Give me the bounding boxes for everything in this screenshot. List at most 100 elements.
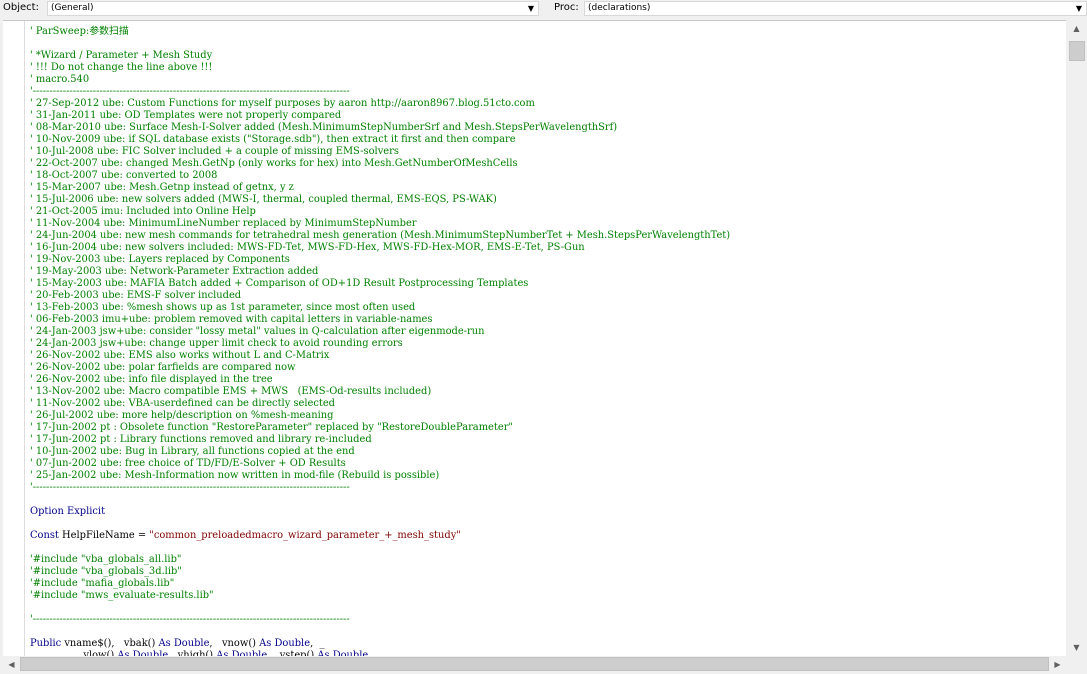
object-label: Object: — [3, 2, 39, 13]
code-token: ' *Wizard / Parameter + Mesh Study — [30, 50, 213, 61]
code-line: '---------------------------------------… — [30, 86, 730, 98]
code-token: '---------------------------------------… — [30, 86, 350, 97]
code-token: vname$(), vbak() — [61, 638, 159, 649]
code-line: ' 26-Nov-2002 ube: polar farfields are c… — [30, 362, 730, 374]
code-token: ' macro.540 — [30, 74, 90, 85]
code-line: Const HelpFileName = "common_preloadedma… — [30, 530, 730, 542]
code-token: ' 07-Jun-2002 ube: free choice of TD/FD/… — [30, 458, 346, 469]
code-token: ' 13-Feb-2003 ube: %mesh shows up as 1st… — [30, 302, 416, 313]
code-token: '---------------------------------------… — [30, 614, 350, 625]
code-token: As Double — [158, 638, 210, 649]
code-token: Option Explicit — [30, 506, 106, 517]
code-token: ' 13-Nov-2002 ube: Macro compatible EMS … — [30, 386, 432, 397]
horizontal-scrollbar[interactable]: ◀ ▶ — [3, 656, 1066, 673]
code-line: ' 31-Jan-2011 ube: OD Templates were not… — [30, 110, 730, 122]
code-token: ' 27-Sep-2012 ube: Custom Functions for … — [30, 98, 535, 109]
code-token: ' 24-Jan-2003 jsw+ube: consider "lossy m… — [30, 326, 485, 337]
code-line: ' 16-Jun-2004 ube: new solvers included:… — [30, 242, 730, 254]
code-line: ' 19-Nov-2003 ube: Layers replaced by Co… — [30, 254, 730, 266]
code-margin[interactable] — [3, 21, 25, 657]
code-line: ' ParSweep:参数扫描 — [30, 26, 730, 38]
code-editor[interactable]: ' ParSweep:参数扫描 ' *Wizard / Parameter + M… — [3, 20, 1066, 657]
code-token: '#include "mafia_globals.lib" — [30, 578, 175, 589]
code-line: ' 26-Nov-2002 ube: EMS also works withou… — [30, 350, 730, 362]
code-line: ' 10-Jun-2002 ube: Bug in Library, all f… — [30, 446, 730, 458]
code-token: ' 08-Mar-2010 ube: Surface Mesh-I-Solver… — [30, 122, 618, 133]
scroll-up-icon[interactable]: ▲ — [1068, 20, 1085, 37]
scroll-right-icon[interactable]: ▶ — [1049, 656, 1066, 673]
scroll-left-icon[interactable]: ◀ — [3, 656, 20, 673]
code-line: ' 26-Nov-2002 ube: info file displayed i… — [30, 374, 730, 386]
code-token: ' 17-Jun-2002 pt : Library functions rem… — [30, 434, 372, 445]
code-token: , vnow() — [209, 638, 260, 649]
code-line: ' !!! Do not change the line above !!! — [30, 62, 730, 74]
code-token: ' 11-Nov-2002 ube: VBA-userdefined can b… — [30, 398, 336, 409]
code-token: ' 15-Mar-2007 ube: Mesh.Getnp instead of… — [30, 182, 294, 193]
code-line: ' 15-Mar-2007 ube: Mesh.Getnp instead of… — [30, 182, 730, 194]
code-token: ' 17-Jun-2002 pt : Obsolete function "Re… — [30, 422, 513, 433]
horizontal-scroll-thumb[interactable] — [20, 657, 1049, 671]
code-token: ' 10-Jul-2008 ube: FIC Solver included +… — [30, 146, 399, 157]
code-line: Option Explicit — [30, 506, 730, 518]
proc-combobox-value: (declarations) — [588, 3, 651, 13]
code-token: ' 22-Oct-2007 ube: changed Mesh.GetNp (o… — [30, 158, 518, 169]
vertical-scroll-thumb[interactable] — [1069, 41, 1085, 61]
toolbar: Object: (General) ▼ Proc: (declarations)… — [0, 0, 1087, 19]
code-line: ' 06-Feb-2003 imu+ube: problem removed w… — [30, 314, 730, 326]
code-token: ' 24-Jun-2004 ube: new mesh commands for… — [30, 230, 731, 241]
code-line: ' 20-Feb-2003 ube: EMS-F solver included — [30, 290, 730, 302]
code-line: ' 07-Jun-2002 ube: free choice of TD/FD/… — [30, 458, 730, 470]
code-line: ' macro.540 — [30, 74, 730, 86]
code-line: '---------------------------------------… — [30, 614, 730, 626]
code-line: ' 10-Jul-2008 ube: FIC Solver included +… — [30, 146, 730, 158]
code-line: ' 24-Jan-2003 jsw+ube: change upper limi… — [30, 338, 730, 350]
code-token: ' 15-Jul-2006 ube: new solvers added (MW… — [30, 194, 497, 205]
code-token: ' 10-Jun-2002 ube: Bug in Library, all f… — [30, 446, 355, 457]
code-line: '#include "mafia_globals.lib" — [30, 578, 730, 590]
code-line: Public vname$(), vbak() As Double, vnow(… — [30, 638, 730, 650]
code-line: ' 19-May-2003 ube: Network-Parameter Ext… — [30, 266, 730, 278]
vertical-scrollbar[interactable]: ▲ ▼ — [1068, 20, 1085, 656]
code-token: "common_preloadedmacro_wizard_parameter_… — [149, 530, 461, 541]
code-token: '#include "vba_globals_3d.lib" — [30, 566, 182, 577]
code-token: ' 31-Jan-2011 ube: OD Templates were not… — [30, 110, 342, 121]
code-line: ' 17-Jun-2002 pt : Library functions rem… — [30, 434, 730, 446]
code-line: ' 18-Oct-2007 ube: converted to 2008 — [30, 170, 730, 182]
code-token: ' 24-Jan-2003 jsw+ube: change upper limi… — [30, 338, 403, 349]
code-token: '#include "mws_evaluate-results.lib" — [30, 590, 214, 601]
code-token: Const — [30, 530, 59, 541]
code-line: ' 15-May-2003 ube: MAFIA Batch added + C… — [30, 278, 730, 290]
code-line: '#include "mws_evaluate-results.lib" — [30, 590, 730, 602]
chevron-down-icon[interactable]: ▼ — [1074, 3, 1084, 15]
object-combobox[interactable]: (General) ▼ — [47, 1, 539, 16]
code-line: ' *Wizard / Parameter + Mesh Study — [30, 50, 730, 62]
code-line: ' 24-Jun-2004 ube: new mesh commands for… — [30, 230, 730, 242]
code-token: , _ — [310, 638, 325, 649]
object-combobox-value: (General) — [51, 3, 94, 13]
code-token: ' 26-Nov-2002 ube: polar farfields are c… — [30, 362, 296, 373]
code-token: '#include "vba_globals_all.lib" — [30, 554, 182, 565]
code-token: ' 11-Nov-2004 ube: MinimumLineNumber rep… — [30, 218, 417, 229]
scroll-down-icon[interactable]: ▼ — [1068, 639, 1085, 656]
code-token: ' 26-Jul-2002 ube: more help/description… — [30, 410, 334, 421]
chevron-down-icon[interactable]: ▼ — [526, 3, 536, 15]
code-line: ' 11-Nov-2002 ube: VBA-userdefined can b… — [30, 398, 730, 410]
code-line: ' 15-Jul-2006 ube: new solvers added (MW… — [30, 194, 730, 206]
code-token: ' 10-Nov-2009 ube: if SQL database exist… — [30, 134, 516, 145]
code-token: ' 20-Feb-2003 ube: EMS-F solver included — [30, 290, 242, 301]
proc-combobox[interactable]: (declarations) ▼ — [584, 1, 1087, 16]
code-token: ' 19-May-2003 ube: Network-Parameter Ext… — [30, 266, 319, 277]
code-token: HelpFileName = — [58, 530, 150, 541]
code-line: '#include "vba_globals_3d.lib" — [30, 566, 730, 578]
code-token: ' 25-Jan-2002 ube: Mesh-Information now … — [30, 470, 440, 481]
code-line: '---------------------------------------… — [30, 482, 730, 494]
code-line: ' 17-Jun-2002 pt : Obsolete function "Re… — [30, 422, 730, 434]
code-token: ' 06-Feb-2003 imu+ube: problem removed w… — [30, 314, 433, 325]
code-text: ' ParSweep:参数扫描 ' *Wizard / Parameter + M… — [30, 26, 730, 657]
code-line: ' 25-Jan-2002 ube: Mesh-Information now … — [30, 470, 730, 482]
proc-label: Proc: — [554, 2, 579, 13]
code-token: ' 26-Nov-2002 ube: EMS also works withou… — [30, 350, 330, 361]
